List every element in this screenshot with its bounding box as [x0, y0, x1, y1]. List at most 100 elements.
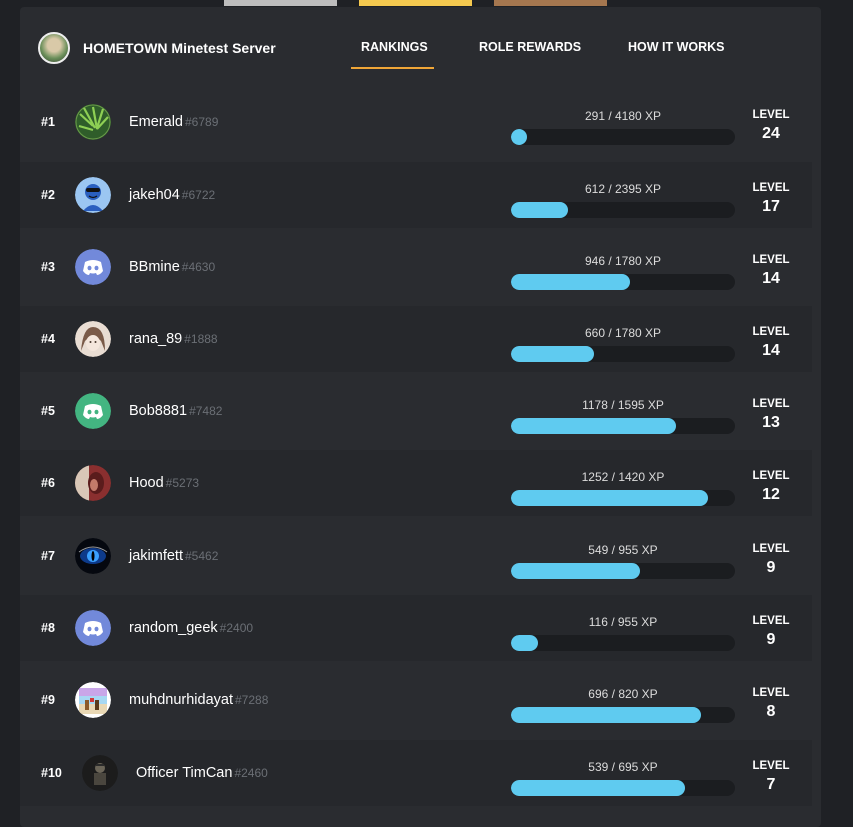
- ranking-row[interactable]: #9 muhdnurhidayat #7288 696 / 820 XP LEVEL 8: [20, 667, 812, 733]
- pixel-scene-avatar[interactable]: [75, 682, 111, 718]
- xp-progress-bar: [511, 346, 735, 362]
- user-name-text: jakimfett: [129, 548, 183, 564]
- level-label: LEVEL: [752, 760, 790, 772]
- rank-number: #8: [41, 621, 55, 635]
- ranking-row[interactable]: #4 rana_89 #1888 660 / 1780 XP LEVEL 14: [20, 306, 812, 372]
- user-discriminator: #2400: [219, 621, 254, 635]
- user-discriminator: #7288: [235, 693, 269, 707]
- xp-progress-bar: [511, 707, 735, 723]
- level-value: 14: [762, 270, 780, 287]
- level-label: LEVEL: [752, 109, 790, 121]
- xp-progress-text: 539 / 695 XP: [588, 760, 658, 774]
- user-name[interactable]: Emerald #6789: [129, 114, 218, 130]
- top-tab-bronze[interactable]: [494, 0, 607, 6]
- ranking-row[interactable]: #8 random_geek #2400 116 / 955 XP LEVEL 9: [20, 595, 812, 661]
- level-label: LEVEL: [752, 326, 790, 338]
- discord-default-blurple-avatar[interactable]: [75, 249, 111, 285]
- blue-cool-face-avatar[interactable]: [75, 177, 111, 213]
- xp-progress-bar: [511, 129, 735, 145]
- xp-progress-bar: [511, 274, 735, 290]
- level-value: 9: [766, 559, 776, 576]
- anime-girl-avatar[interactable]: [75, 321, 111, 357]
- xp-progress-text: 612 / 2395 XP: [584, 182, 662, 196]
- tab-rankings[interactable]: RANKINGS: [361, 40, 428, 54]
- discord-default-green-avatar[interactable]: [75, 393, 111, 429]
- dark-figure-avatar[interactable]: [82, 755, 118, 791]
- user-discriminator: #4630: [181, 260, 216, 274]
- ranking-row[interactable]: #10 Officer TimCan #2460 539 / 695 XP LEVEL 7: [20, 740, 812, 806]
- xp-progress-text: 1252 / 1420 XP: [581, 470, 665, 484]
- xp-progress-fill: [511, 563, 640, 579]
- user-name-text: BBmine: [129, 259, 180, 275]
- level-label: LEVEL: [752, 543, 790, 555]
- rank-number: #7: [41, 549, 55, 563]
- xp-progress-fill: [511, 274, 631, 290]
- level-value: 9: [766, 631, 776, 648]
- xp-progress-fill: [511, 418, 677, 434]
- tab-how-it-works[interactable]: HOW IT WORKS: [628, 40, 725, 54]
- user-name[interactable]: rana_89 #1888: [129, 331, 218, 347]
- rank-number: #10: [41, 766, 62, 780]
- tab-role-rewards[interactable]: ROLE REWARDS: [479, 40, 581, 54]
- user-name-text: Hood: [129, 475, 164, 491]
- xp-progress-text: 549 / 955 XP: [588, 543, 658, 557]
- level-value: 14: [762, 342, 780, 359]
- rank-number: #3: [41, 260, 55, 274]
- discord-default-blurple-avatar[interactable]: [75, 610, 111, 646]
- xp-progress-bar: [511, 202, 735, 218]
- level-value: 8: [766, 703, 776, 720]
- user-discriminator: #6722: [181, 188, 216, 202]
- xp-progress-fill: [511, 346, 595, 362]
- xp-progress-bar: [511, 490, 735, 506]
- xp-progress-bar: [511, 418, 735, 434]
- xp-progress-text: 1178 / 1595 XP: [582, 398, 664, 412]
- green-leaves-avatar[interactable]: [75, 104, 111, 140]
- ranking-row[interactable]: #1 Emerald #6789 291 / 4180 XP LEVEL 24: [20, 89, 812, 155]
- active-tab-underline: [351, 67, 434, 69]
- ranking-row[interactable]: #7 jakimfett #5462 549 / 955 XP LEVEL 9: [20, 523, 812, 589]
- level-value: 17: [762, 198, 780, 215]
- rank-number: #1: [41, 115, 55, 129]
- user-name[interactable]: Officer TimCan #2460: [136, 765, 268, 781]
- user-discriminator: #1888: [184, 332, 218, 346]
- blue-eye-avatar[interactable]: [75, 538, 111, 574]
- ranking-row[interactable]: #3 BBmine #4630 946 / 1780 XP LEVEL 14: [20, 234, 812, 300]
- server-icon: [38, 32, 70, 64]
- user-name-text: random_geek: [129, 620, 218, 636]
- user-discriminator: #5462: [185, 549, 219, 563]
- level-label: LEVEL: [752, 615, 790, 627]
- level-label: LEVEL: [752, 398, 790, 410]
- ranking-row[interactable]: #2 jakeh04 #6722 612 / 2395 XP LEVEL 17: [20, 162, 812, 228]
- top-tab-gold[interactable]: [359, 0, 472, 6]
- rank-number: #6: [41, 476, 55, 490]
- user-name[interactable]: jakeh04 #6722: [129, 187, 215, 203]
- xp-progress-fill: [511, 129, 527, 145]
- level-value: 12: [762, 486, 780, 503]
- red-portrait-avatar[interactable]: [75, 465, 111, 501]
- ranking-row[interactable]: #6 Hood #5273 1252 / 1420 XP LEVEL 12: [20, 450, 812, 516]
- user-name-text: rana_89: [129, 331, 183, 347]
- level-label: LEVEL: [752, 470, 790, 482]
- level-value: 13: [762, 414, 780, 431]
- user-name[interactable]: random_geek #2400: [129, 620, 253, 636]
- xp-progress-fill: [511, 780, 685, 796]
- xp-progress-bar: [511, 635, 735, 651]
- user-discriminator: #6789: [185, 115, 219, 129]
- xp-progress-text: 696 / 820 XP: [588, 687, 658, 701]
- xp-progress-bar: [511, 780, 735, 796]
- rank-number: #4: [41, 332, 55, 346]
- ranking-row[interactable]: #5 Bob8881 #7482 1178 / 1595 XP LEVEL 13: [20, 378, 812, 444]
- user-name[interactable]: Bob8881 #7482: [129, 403, 222, 419]
- leaderboard-header: HOMETOWN Minetest Server RANKINGS ROLE R…: [20, 7, 821, 87]
- top-tab-gray[interactable]: [224, 0, 337, 6]
- user-name-text: muhdnurhidayat: [129, 692, 233, 708]
- user-name[interactable]: BBmine #4630: [129, 259, 215, 275]
- user-name-text: jakeh04: [129, 187, 180, 203]
- user-name[interactable]: Hood #5273: [129, 475, 199, 491]
- rank-number: #5: [41, 404, 55, 418]
- user-name[interactable]: jakimfett #5462: [129, 548, 218, 564]
- xp-progress-text: 291 / 4180 XP: [584, 109, 662, 123]
- rank-number: #9: [41, 693, 55, 707]
- xp-progress-fill: [511, 635, 539, 651]
- user-name[interactable]: muhdnurhidayat #7288: [129, 692, 268, 708]
